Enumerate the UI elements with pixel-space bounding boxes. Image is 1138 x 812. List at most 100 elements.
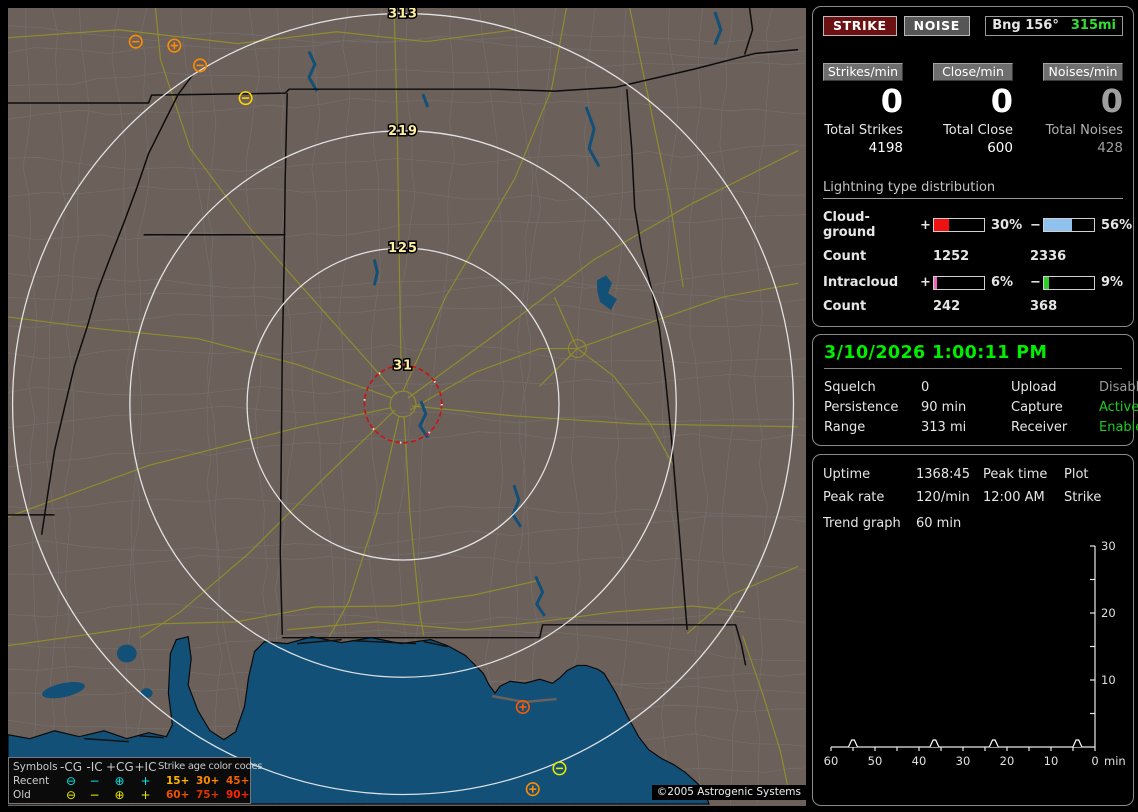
plot-mode-value: Strike	[1064, 490, 1102, 505]
trend-spike	[1072, 739, 1083, 748]
divider	[824, 368, 1122, 369]
cg-negative-bar	[1043, 218, 1095, 232]
legend-age-header: Strike age color codes	[158, 761, 263, 772]
uptime-value: 1368:45	[916, 467, 971, 482]
trend-axes	[830, 545, 1096, 751]
svg-text:10: 10	[1101, 673, 1116, 687]
strikes-per-min-chip[interactable]: Strikes/min	[823, 63, 903, 81]
svg-text:20: 20	[1000, 754, 1015, 768]
distribution-title: Lightning type distribution	[823, 180, 1123, 199]
cloud-ground-row: Cloud-ground + 30% − 56%	[823, 210, 1132, 240]
noises-per-min-chip[interactable]: Noises/min	[1043, 63, 1123, 81]
close-per-min-value: 0	[990, 82, 1013, 120]
trend-spike	[988, 739, 999, 748]
ring-label-313: 313	[388, 8, 418, 22]
ic-plus-old-icon: +	[140, 788, 151, 802]
bearing-display: Bng 156° 315mi	[985, 16, 1123, 36]
legend-symbols-header: Symbols	[13, 761, 58, 773]
legend-col-header--IC: -IC	[86, 760, 103, 774]
legend-spacer	[158, 774, 166, 788]
capture-label: Capture	[1011, 400, 1063, 415]
ic-positive-count: 242	[933, 299, 961, 314]
trend-panel: Uptime 1368:45 Peak time Plot Peak rate …	[812, 454, 1134, 806]
trend-spike	[847, 739, 859, 748]
plus-sign: +	[920, 217, 931, 233]
strike-stats-panel: STRIKE NOISE Bng 156° 315mi Strikes/min …	[812, 6, 1134, 327]
peak-time-value: 12:00 AM	[983, 490, 1045, 505]
trend-spikes	[847, 739, 1083, 748]
ring-label-125: 125	[388, 241, 418, 256]
peak-time-label: Peak time	[983, 467, 1048, 482]
noise-button[interactable]: NOISE	[903, 16, 970, 36]
uptime-label: Uptime	[823, 467, 871, 482]
total-noises-value: 428	[1097, 140, 1123, 156]
cg-positive-pct: 30%	[991, 217, 1023, 233]
squelch-value: 0	[921, 380, 930, 395]
age-code-45plus: 45+	[226, 775, 250, 787]
persistence-value: 90 min	[921, 400, 967, 415]
total-strikes-label: Total Strikes	[824, 123, 903, 138]
count-label: Count	[823, 299, 867, 314]
noises-per-min-value: 0	[1100, 82, 1123, 120]
trend-window-value: 60 min	[916, 516, 962, 531]
cg-negative-pct: 56%	[1101, 217, 1133, 233]
svg-text:10: 10	[1044, 754, 1059, 768]
minus-sign: −	[1030, 275, 1041, 290]
peak-rate-value: 120/min	[916, 490, 970, 505]
legend-spacer	[158, 788, 166, 802]
ic-negative-count: 368	[1030, 299, 1058, 314]
receiver-status: Enabled	[1099, 420, 1138, 435]
plus-sign: +	[920, 275, 931, 290]
ring-label-31: 31	[393, 358, 413, 373]
ic-positive-pct: 6%	[991, 275, 1014, 290]
legend-row-label-old: Old	[13, 789, 31, 801]
map-legend: Symbols -CG -IC +CG +IC Strike age color code…	[8, 757, 263, 804]
count-label: Count	[823, 249, 867, 264]
upload-status: Disabled	[1099, 380, 1138, 395]
close-per-min-chip[interactable]: Close/min	[933, 63, 1013, 81]
capture-status: Active	[1099, 400, 1138, 415]
receiver-label: Receiver	[1011, 420, 1068, 435]
cloud-ground-label: Cloud-ground	[823, 210, 876, 240]
cg-minus-recent-icon: ⊖	[65, 774, 77, 788]
intracloud-row: Intracloud + 6% − 9%	[823, 275, 1123, 290]
minus-sign: −	[1030, 217, 1041, 233]
total-close-value: 600	[987, 140, 1013, 156]
trend-spike	[929, 739, 940, 748]
age-code-90plus: 90+	[226, 789, 250, 801]
ic-minus-old-icon: −	[89, 788, 100, 802]
svg-text:30: 30	[956, 754, 971, 768]
ic-plus-recent-icon: +	[140, 774, 151, 788]
legend-row-label-recent: Recent	[13, 775, 50, 787]
upload-label: Upload	[1011, 380, 1057, 395]
age-code-30plus: 30+	[196, 775, 220, 787]
status-panel: 3/10/2026 1:00:11 PM Squelch 0 Upload Di…	[812, 334, 1138, 446]
lightning-map[interactable]: 31 125 219 313	[8, 8, 806, 806]
cg-negative-count: 2336	[1030, 249, 1067, 264]
cg-positive-bar	[933, 218, 985, 232]
svg-text:40: 40	[912, 754, 927, 768]
ring-label-219: 219	[388, 124, 418, 139]
cg-minus-old-icon: ⊖	[65, 788, 77, 802]
legend-col-header--CG: -CG	[59, 760, 82, 774]
svg-text:60: 60	[824, 754, 839, 768]
status-row: Range 313 mi Receiver Enabled	[824, 418, 1138, 438]
age-code-15plus: 15+	[166, 775, 190, 787]
strike-button[interactable]: STRIKE	[823, 16, 897, 36]
app-window: 31 125 219 313 Symbols -CG -IC +CG +IC Strike ag…	[0, 0, 1138, 812]
total-noises-label: Total Noises	[1045, 123, 1123, 138]
legend-col-header-+CG: +CG	[106, 760, 134, 774]
trend-axis-labels: 60 50 40 30 20 10 0 min 10 20 30	[824, 539, 1126, 768]
trend-graph-row: Trend graph 60 min	[823, 516, 1123, 531]
map-area: 31 125 219 313 Symbols -CG -IC +CG +IC Strike ag…	[8, 8, 806, 806]
total-close-label: Total Close	[943, 123, 1013, 138]
ic-minus-recent-icon: −	[89, 774, 100, 788]
plot-label: Plot	[1064, 467, 1089, 482]
total-strikes-value: 4198	[868, 140, 903, 156]
ic-negative-bar	[1043, 275, 1095, 290]
age-code-75plus: 75+	[196, 789, 220, 801]
svg-text:30: 30	[1101, 539, 1116, 553]
persistence-label: Persistence	[824, 400, 899, 415]
range-label: Range	[824, 420, 866, 435]
trend-graph-label: Trend graph	[823, 516, 901, 531]
